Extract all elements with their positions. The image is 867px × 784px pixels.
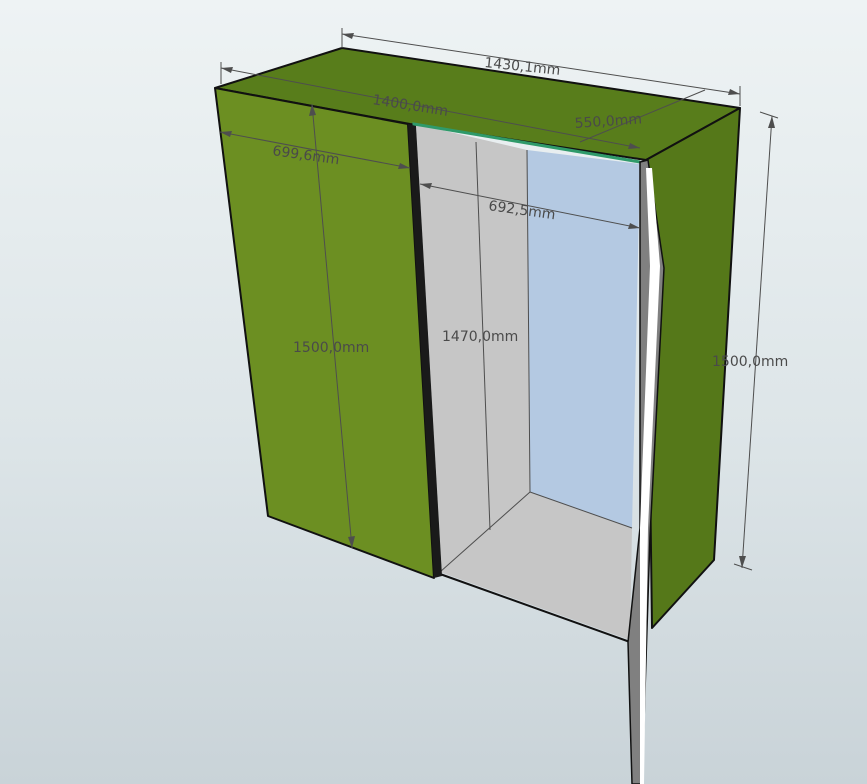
3d-viewport[interactable]: 1430,1mm 1400,0mm 550,0mm 699,6mm 692,5m… <box>0 0 867 784</box>
dim-label-left-height: 1500,0mm <box>293 340 369 356</box>
dim-line-right-height <box>741 115 773 569</box>
dim-label-right-height: 1500,0mm <box>712 354 788 370</box>
cabinet-model: 1430,1mm 1400,0mm 550,0mm 699,6mm 692,5m… <box>214 28 788 784</box>
dim-label-inner-height: 1470,0mm <box>442 329 518 345</box>
